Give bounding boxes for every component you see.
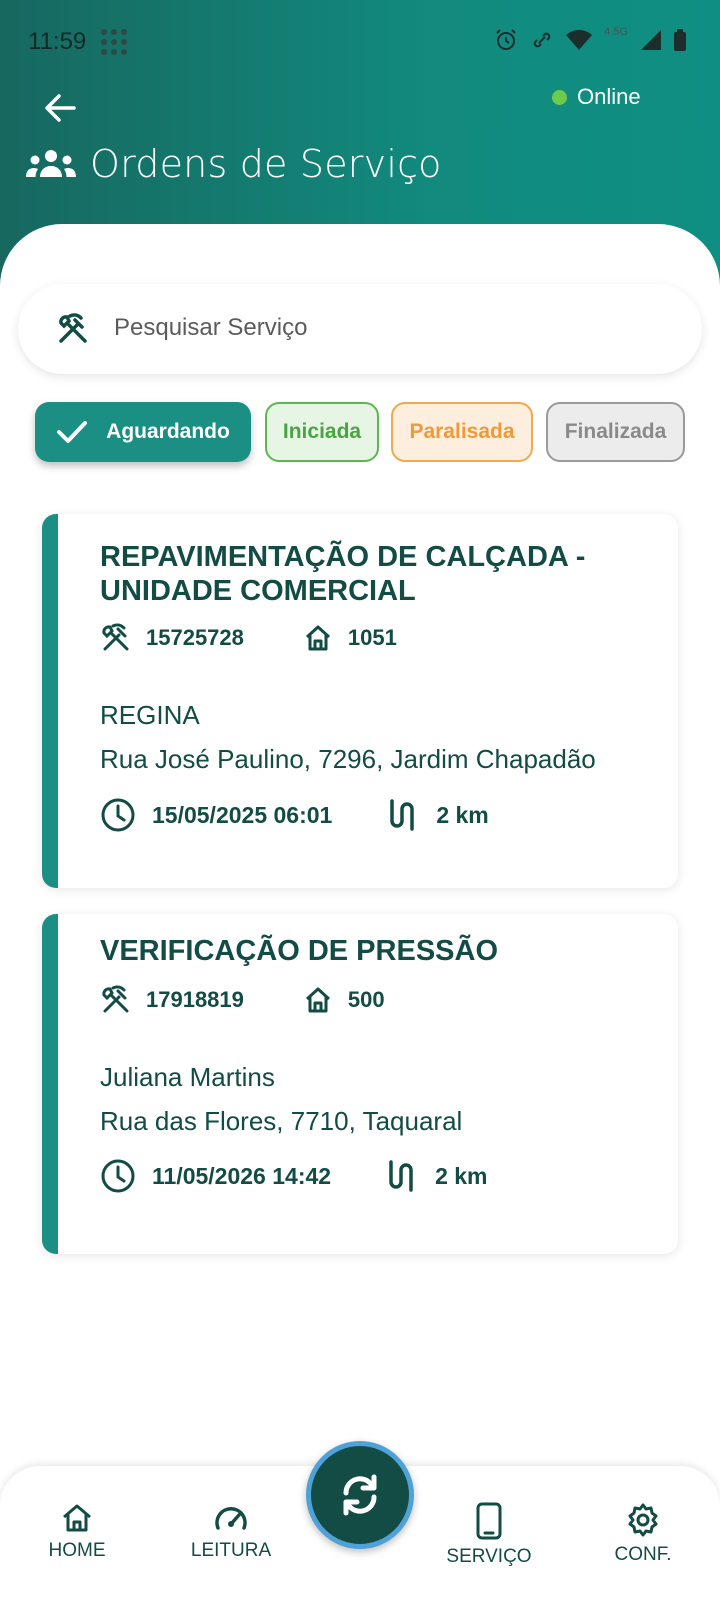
nav-conf[interactable]: CONF. [583, 1502, 703, 1566]
sync-button[interactable] [306, 1441, 414, 1549]
nav-leitura[interactable]: LEITURA [171, 1502, 291, 1562]
nav-label: LEITURA [190, 1540, 272, 1561]
home-icon [63, 1504, 91, 1532]
house-icon [305, 987, 330, 1013]
order-title: VERIFICAÇÃO DE PRESSÃO [100, 935, 498, 967]
filter-chip-aguardando[interactable]: Aguardando [35, 402, 251, 462]
group-icon [26, 150, 76, 177]
filter-chip-iniciada[interactable]: Iniciada [265, 402, 379, 462]
unit-number: 1051 [347, 625, 397, 650]
order-footer: 15/05/2025 06:01 2 km [100, 797, 489, 833]
clock-icon [101, 1159, 135, 1193]
clock-icon [101, 798, 135, 832]
client-name: REGINA [100, 700, 200, 730]
order-distance: 2 km [436, 801, 489, 828]
status-bar: 11:59 4.5G [0, 0, 720, 84]
unit-number: 500 [347, 987, 385, 1012]
search-placeholder: Pesquisar Serviço [114, 314, 308, 341]
nav-home[interactable]: HOME [17, 1502, 137, 1562]
alarm-icon [496, 29, 516, 50]
check-icon [57, 421, 88, 443]
house-icon [305, 625, 330, 651]
status-time: 11:59 [28, 28, 87, 55]
client-name: Juliana Martins [100, 1062, 275, 1092]
service-number: 17918819 [146, 987, 244, 1012]
status-icons: 4.5G [494, 26, 686, 52]
phone-icon [476, 1502, 502, 1540]
search-input[interactable]: Pesquisar Serviço [18, 284, 702, 374]
sync-icon [343, 1474, 377, 1516]
filter-chip-label: Aguardando [106, 420, 230, 443]
gauge-icon [215, 1507, 247, 1530]
order-card[interactable]: REPAVIMENTAÇÃO DE CALÇADA - UNIDADE COME… [42, 514, 678, 888]
filter-chip-paralisada[interactable]: Paralisada [391, 402, 533, 462]
network-type: 4.5G [604, 26, 628, 38]
connection-status: Online [552, 84, 641, 110]
page-title-row: Ordens de Serviço [26, 142, 442, 186]
battery-icon [674, 29, 686, 51]
order-address: Rua das Flores, 7710, Taquaral [100, 1106, 463, 1136]
route-icon [390, 799, 415, 831]
gear-icon [628, 1503, 658, 1537]
order-card[interactable]: VERIFICAÇÃO DE PRESSÃO 17918819 500 Juli… [42, 914, 678, 1254]
link-icon [533, 32, 551, 48]
page-title: Ordens de Serviço [90, 142, 442, 186]
order-meta: 15725728 1051 [100, 622, 397, 654]
back-arrow-icon[interactable] [40, 88, 80, 128]
signal-icon [641, 30, 661, 50]
filter-chip-label: Iniciada [282, 420, 362, 443]
tools-icon [102, 985, 129, 1013]
wifi-icon [566, 29, 593, 50]
online-label: Online [577, 84, 641, 109]
order-meta: 17918819 500 [100, 984, 385, 1016]
order-footer: 11/05/2026 14:42 2 km [100, 1158, 488, 1194]
online-indicator [552, 89, 567, 105]
service-number: 15725728 [146, 625, 244, 650]
order-datetime: 11/05/2026 14:42 [152, 1162, 332, 1189]
order-datetime: 15/05/2025 06:01 [152, 801, 333, 828]
filter-chip-label: Paralisada [409, 420, 515, 443]
filter-chip-label: Finalizada [564, 420, 667, 443]
route-icon [389, 1160, 413, 1192]
nav-label: SERVIÇO [446, 1546, 532, 1567]
tools-icon [59, 313, 87, 343]
nav-label: HOME [48, 1540, 106, 1561]
nav-servico[interactable]: SERVIÇO [429, 1502, 549, 1568]
order-address: Rua José Paulino, 7296, Jardim Chapadão [100, 744, 596, 774]
nav-label: CONF. [614, 1544, 672, 1565]
order-title: REPAVIMENTAÇÃO DE CALÇADA - UNIDADE COME… [100, 541, 586, 607]
filter-chip-finalizada[interactable]: Finalizada [546, 402, 685, 462]
order-distance: 2 km [435, 1162, 488, 1189]
app-grid-icon [101, 29, 127, 55]
tools-icon [102, 623, 129, 651]
